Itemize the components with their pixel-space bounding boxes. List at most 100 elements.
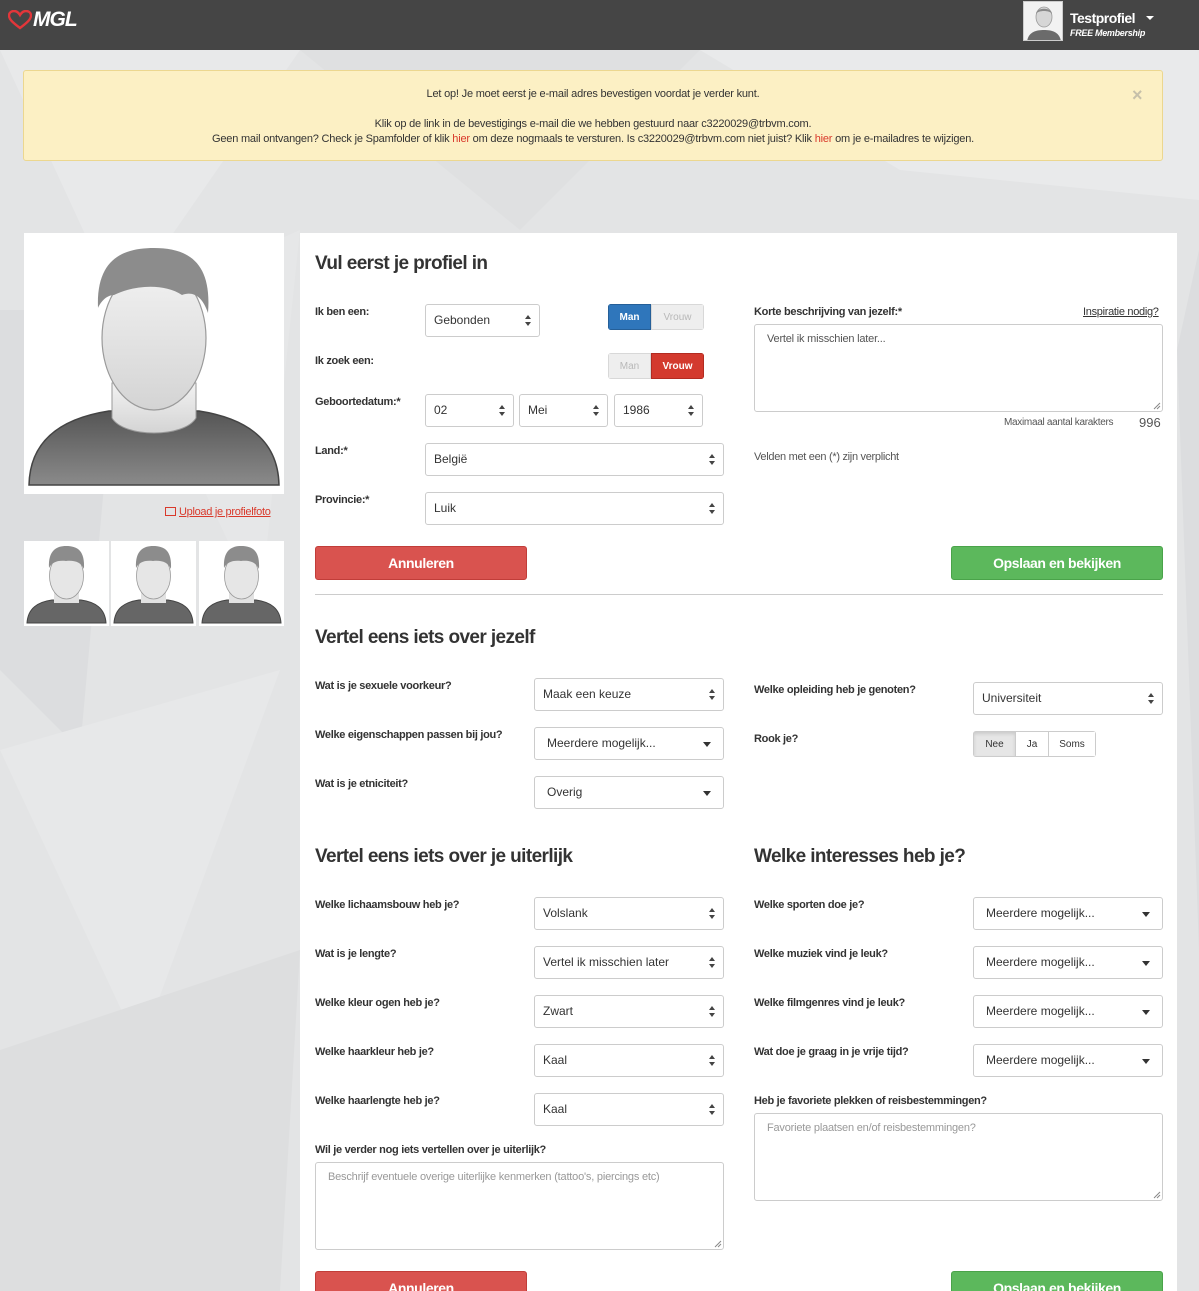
alert-line-2: Klik op de link in de bevestigings e-mai… <box>374 118 812 130</box>
seek-man-button[interactable]: Man <box>608 353 651 379</box>
height-select[interactable]: Vertel ik misschien later <box>534 946 724 979</box>
profile-menu[interactable]: Testprofiel FREE Membership <box>1023 1 1193 41</box>
resize-grip-icon[interactable] <box>714 1240 722 1248</box>
required-note: Velden met een (*) zijn verplicht <box>754 451 899 463</box>
select-arrows-icon <box>499 405 505 416</box>
birth-month-value: Mei <box>528 403 548 417</box>
relationship-value: Gebonden <box>434 313 491 327</box>
profile-avatar[interactable] <box>1023 1 1063 41</box>
heart-logo-icon <box>8 10 32 30</box>
traits-multiselect[interactable]: Meerdere mogelijk... <box>534 727 724 760</box>
relationship-select[interactable]: Gebonden <box>425 304 540 337</box>
description-textarea[interactable]: Vertel ik misschien later... <box>754 324 1163 412</box>
gender-man-button[interactable]: Man <box>608 304 651 330</box>
music-label: Welke muziek vind je leuk? <box>754 948 888 960</box>
eyes-value: Zwart <box>543 1004 573 1018</box>
preference-label: Wat is je sexuele voorkeur? <box>315 680 452 692</box>
places-label: Heb je favoriete plekken of reisbestemmi… <box>754 1095 987 1107</box>
profile-name[interactable]: Testprofiel <box>1070 10 1136 26</box>
gender-vrouw-button[interactable]: Vrouw <box>651 304 704 330</box>
eyes-select[interactable]: Zwart <box>534 995 724 1028</box>
looks-more-label: Wil je verder nog iets vertellen over je… <box>315 1144 546 1156</box>
hair-length-select[interactable]: Kaal <box>534 1093 724 1126</box>
free-time-value: Meerdere mogelijk... <box>986 1053 1095 1067</box>
free-time-label: Wat doe je graag in je vrije tijd? <box>754 1046 909 1058</box>
build-select[interactable]: Volslank <box>534 897 724 930</box>
birth-day-select[interactable]: 02 <box>425 394 514 427</box>
education-select[interactable]: Universiteit <box>973 682 1163 715</box>
select-arrows-icon <box>709 908 715 919</box>
country-value: België <box>434 452 468 466</box>
chevron-down-icon <box>1142 912 1150 917</box>
close-icon[interactable]: × <box>1132 85 1143 106</box>
top-navbar: MGL Testprofiel FREE Membership <box>0 0 1199 50</box>
province-select[interactable]: Luik <box>425 492 724 525</box>
image-icon <box>165 507 176 516</box>
preference-select[interactable]: Maak een keuze <box>534 678 724 711</box>
alert-line-1: Let op! Je moet eerst je e-mail adres be… <box>426 88 760 100</box>
hair-length-label: Welke haarlengte heb je? <box>315 1095 440 1107</box>
places-textarea[interactable]: Favoriete plaatsen en/of reisbestemminge… <box>754 1113 1163 1201</box>
resend-link[interactable]: hier <box>452 133 470 145</box>
alert-text: Geen mail ontvangen? Check je Spamfolder… <box>212 133 453 145</box>
smoke-soms-button[interactable]: Soms <box>1049 731 1096 757</box>
description-value: Vertel ik misschien later... <box>767 333 886 345</box>
upload-photo-link[interactable]: Upload je profielfoto <box>165 506 271 518</box>
photo-thumbnail[interactable] <box>199 541 284 626</box>
sports-multiselect[interactable]: Meerdere mogelijk... <box>973 897 1163 930</box>
i-am-label: Ik ben een: <box>315 306 370 318</box>
upload-photo-label: Upload je profielfoto <box>179 506 271 518</box>
education-label: Welke opleiding heb je genoten? <box>754 684 916 696</box>
membership-label: FREE Membership <box>1070 28 1146 38</box>
select-arrows-icon <box>593 405 599 416</box>
section-title-about: Vertel eens iets over jezelf <box>315 627 535 648</box>
music-multiselect[interactable]: Meerdere mogelijk... <box>973 946 1163 979</box>
birthdate-label: Geboortedatum:* <box>315 396 401 408</box>
chevron-down-icon <box>1142 1010 1150 1015</box>
save-view-button-bottom[interactable]: Opslaan en bekijken <box>951 1271 1163 1291</box>
birth-day-value: 02 <box>434 403 448 417</box>
hair-color-select[interactable]: Kaal <box>534 1044 724 1077</box>
section-title-looks: Vertel eens iets over je uiterlijk <box>315 846 573 867</box>
inspiration-link[interactable]: Inspiratie nodig? <box>1083 306 1159 318</box>
seek-vrouw-button[interactable]: Vrouw <box>651 353 704 379</box>
country-select[interactable]: België <box>425 443 724 476</box>
birth-month-select[interactable]: Mei <box>519 394 608 427</box>
max-chars-label: Maximaal aantal karakters <box>1004 417 1114 428</box>
photo-thumbnail[interactable] <box>111 541 196 626</box>
description-label: Korte beschrijving van jezelf:* <box>754 306 902 318</box>
cancel-button-bottom[interactable]: Annuleren <box>315 1271 527 1291</box>
char-counter: 996 <box>1139 415 1161 430</box>
ethnicity-select[interactable]: Overig <box>534 776 724 809</box>
ethnicity-label: Wat is je etniciteit? <box>315 778 408 790</box>
alert-line-3: Geen mail ontvangen? Check je Spamfolder… <box>24 133 1162 145</box>
film-multiselect[interactable]: Meerdere mogelijk... <box>973 995 1163 1028</box>
gender-toggle[interactable]: Man Vrouw <box>608 304 704 330</box>
smoke-toggle[interactable]: Nee Ja Soms <box>973 731 1096 757</box>
build-label: Welke lichaamsbouw heb je? <box>315 899 460 911</box>
logo[interactable]: MGL <box>8 8 78 32</box>
smoke-ja-button[interactable]: Ja <box>1016 731 1049 757</box>
section-divider <box>315 594 1163 595</box>
birth-year-select[interactable]: 1986 <box>614 394 703 427</box>
hair-length-value: Kaal <box>543 1102 568 1116</box>
photo-thumbnail[interactable] <box>24 541 109 626</box>
profile-form-panel: Vul eerst je profiel in Ik ben een: Gebo… <box>300 233 1177 1291</box>
seeking-toggle[interactable]: Man Vrouw <box>608 353 704 379</box>
resize-grip-icon[interactable] <box>1153 1191 1161 1199</box>
cancel-button[interactable]: Annuleren <box>315 546 527 580</box>
height-value: Vertel ik misschien later <box>543 955 670 969</box>
music-value: Meerdere mogelijk... <box>986 955 1095 969</box>
profile-photo-placeholder[interactable] <box>24 233 284 494</box>
looks-more-textarea[interactable]: Beschrijf eventuele overige uiterlijke k… <box>315 1162 724 1250</box>
resize-grip-icon[interactable] <box>1153 402 1161 410</box>
smoke-nee-button[interactable]: Nee <box>973 731 1016 757</box>
chevron-down-icon <box>1142 961 1150 966</box>
section-title-profile: Vul eerst je profiel in <box>315 253 488 274</box>
save-view-button[interactable]: Opslaan en bekijken <box>951 546 1163 580</box>
chevron-down-icon[interactable] <box>1146 16 1154 20</box>
free-time-multiselect[interactable]: Meerdere mogelijk... <box>973 1044 1163 1077</box>
sports-label: Welke sporten doe je? <box>754 899 865 911</box>
change-email-link[interactable]: hier <box>815 133 833 145</box>
select-arrows-icon <box>709 454 715 465</box>
